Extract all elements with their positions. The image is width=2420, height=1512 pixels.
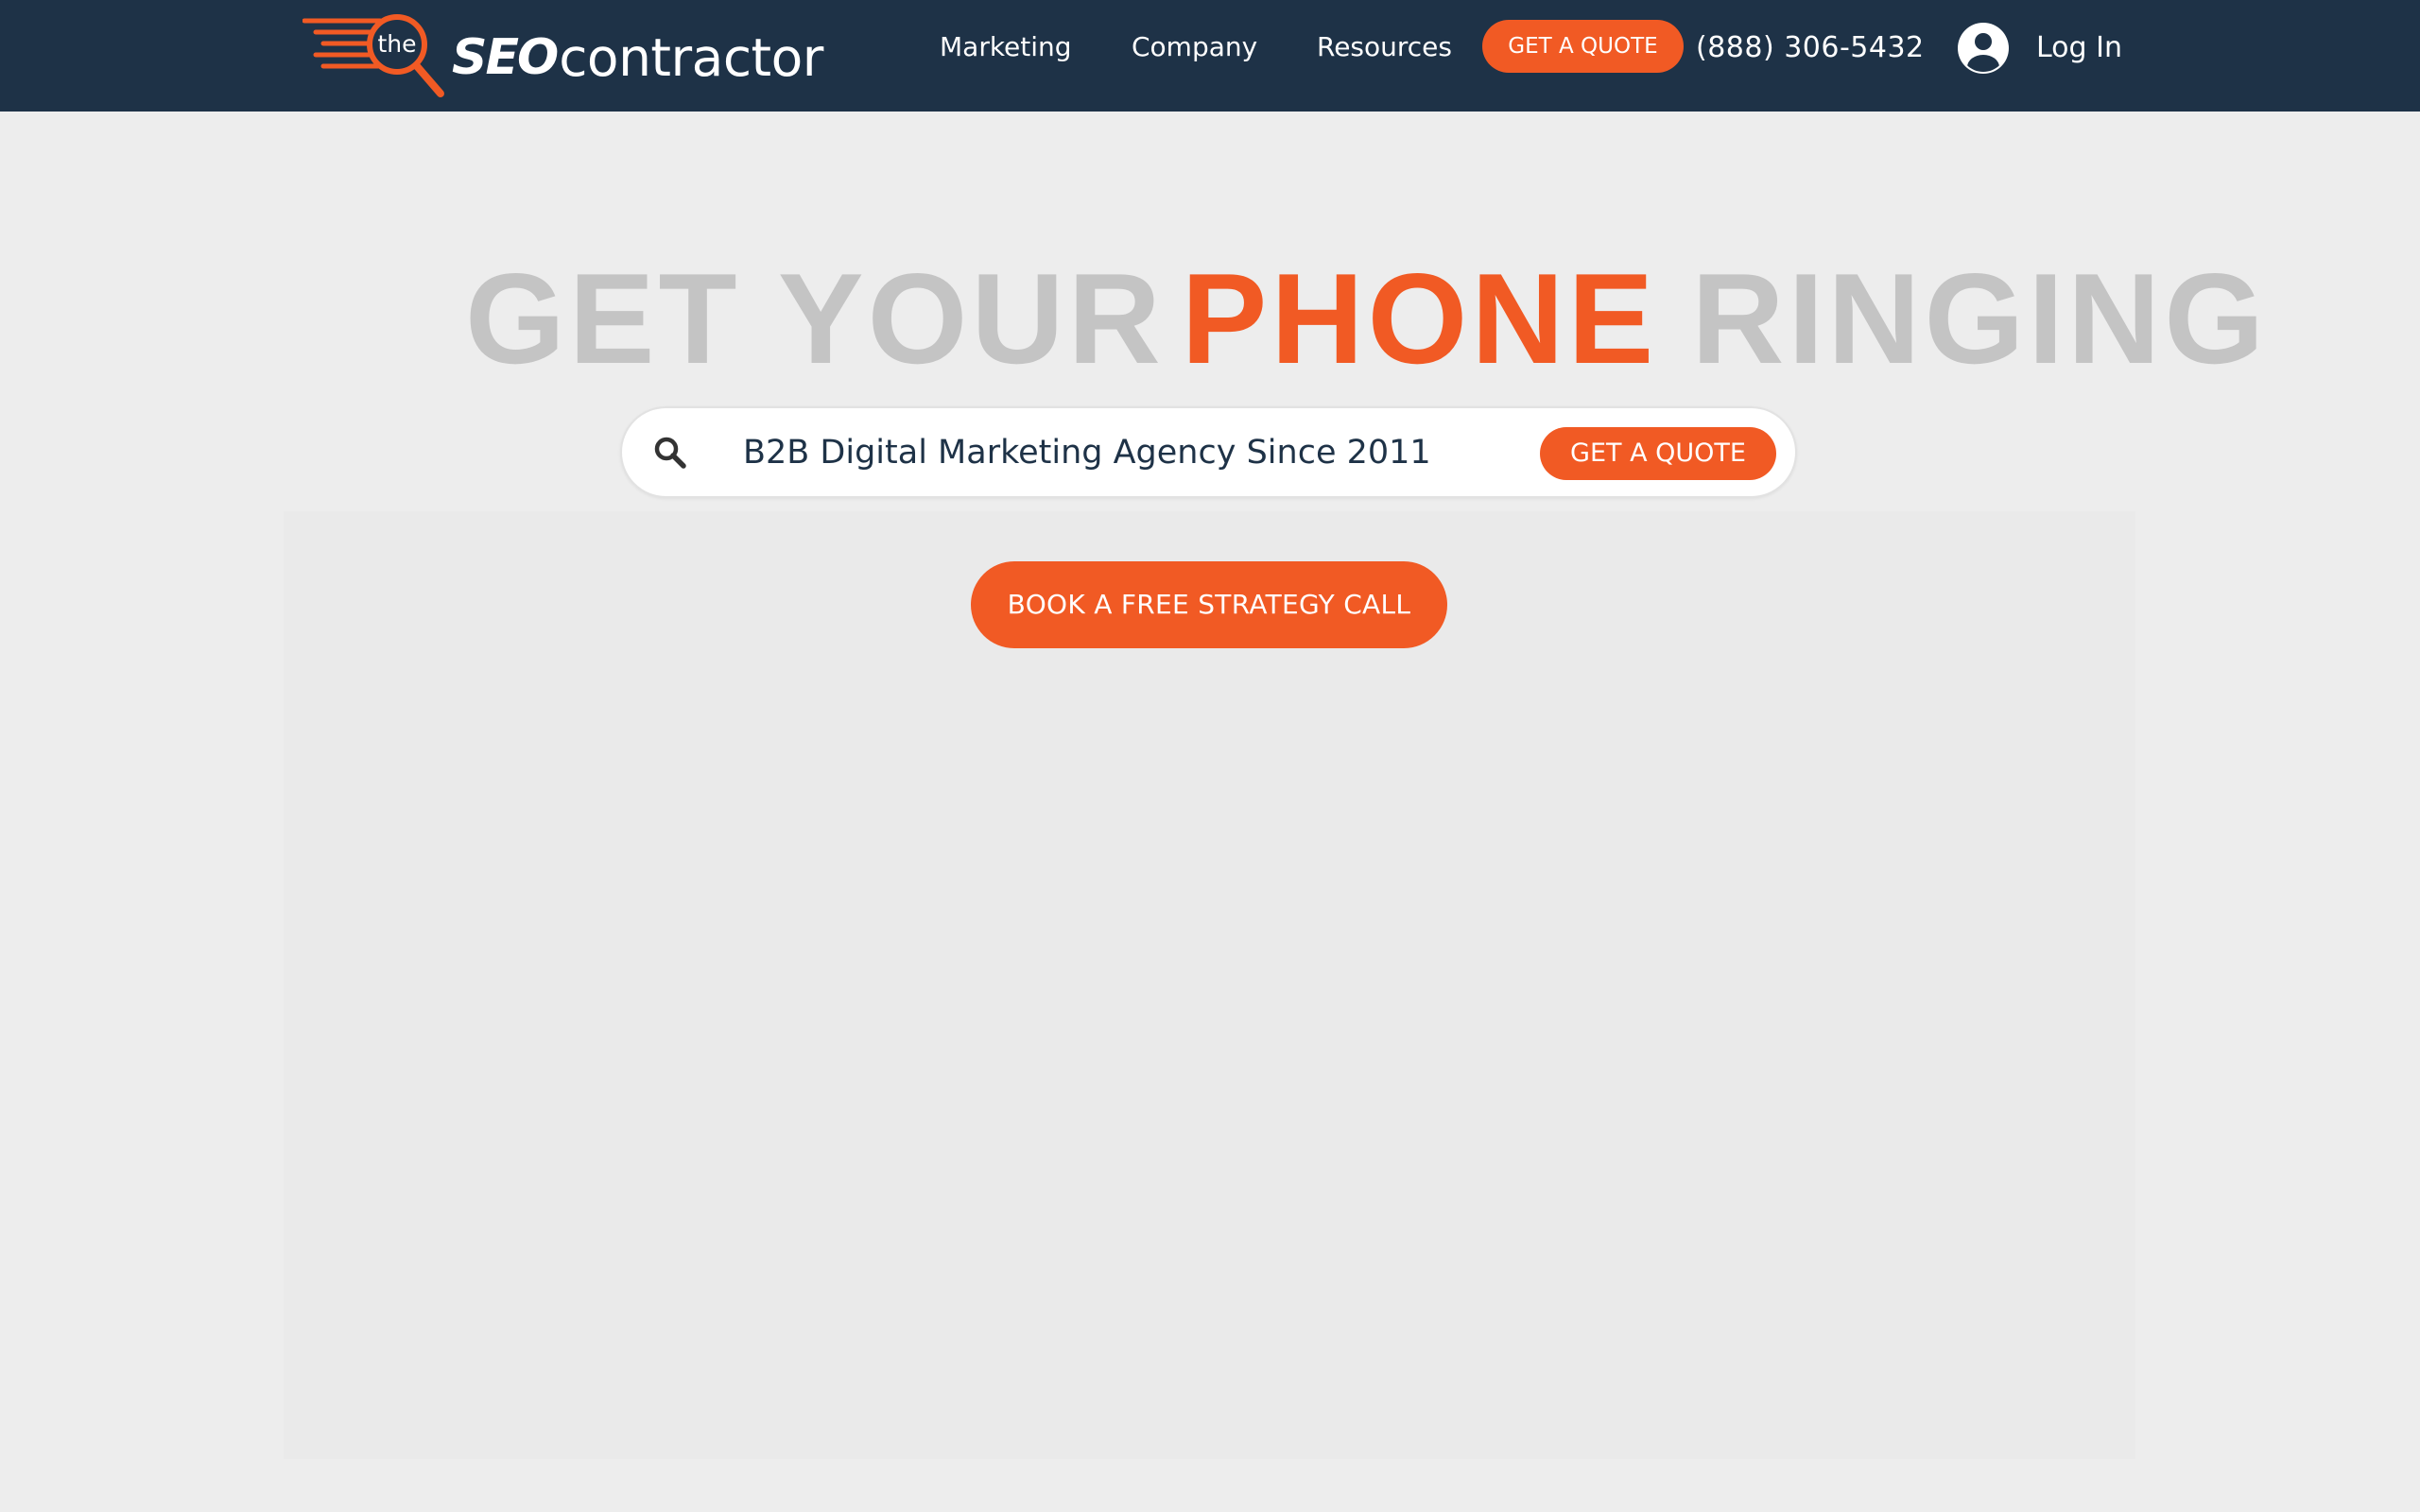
headline-highlight: PHONE — [1181, 247, 1658, 390]
get-quote-button-search[interactable]: GET A QUOTE — [1540, 427, 1776, 480]
logo-seo-text: SEO — [452, 29, 559, 86]
nav-company[interactable]: Company — [1132, 30, 1257, 64]
search-icon-graphic — [654, 437, 686, 469]
hero-headline: GET YOUR PHONE RINGING — [465, 248, 2268, 389]
book-strategy-call-button[interactable]: BOOK A FREE STRATEGY CALL — [971, 561, 1447, 648]
top-navbar: the SEO contractor Marketing Company Res… — [0, 0, 2420, 112]
login-label: Log In — [2036, 31, 2122, 64]
site-logo[interactable]: the SEO contractor — [302, 13, 823, 102]
headline-part-1: GET YOUR — [465, 247, 1165, 390]
user-circle-graphic — [1958, 23, 2009, 74]
login-button[interactable]: Log In — [1957, 21, 2122, 76]
phone-number-link[interactable]: (888) 306-5432 — [1696, 30, 1925, 66]
search-bar: GET A QUOTE — [620, 406, 1797, 498]
user-circle-icon — [1957, 22, 2010, 75]
nav-marketing[interactable]: Marketing — [940, 30, 1072, 64]
search-icon[interactable] — [652, 435, 690, 472]
nav-resources[interactable]: Resources — [1317, 30, 1452, 64]
logo-magnifier-icon: the — [302, 13, 448, 102]
headline-part-2: RINGING — [1691, 247, 2269, 390]
hero-media-panel — [284, 511, 2135, 1459]
get-quote-button-header[interactable]: GET A QUOTE — [1482, 20, 1684, 73]
search-input[interactable] — [743, 427, 1518, 478]
logo-the-text: the — [377, 30, 417, 58]
logo-contractor-text: contractor — [559, 27, 823, 88]
page: the SEO contractor Marketing Company Res… — [0, 0, 2420, 1512]
